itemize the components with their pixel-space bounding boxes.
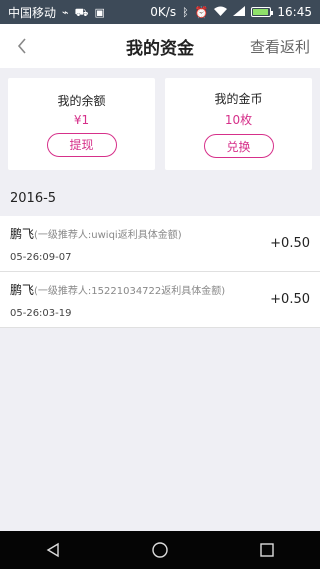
usb-icon: ⌁ (62, 5, 69, 19)
system-nav-bar (0, 531, 320, 569)
coins-card: 我的金币 10枚 兑换 (165, 78, 312, 170)
status-time: 16:45 (277, 5, 312, 19)
battery-icon (251, 7, 274, 17)
record-title-line: 鹏飞(一级推荐人:uwiqi返利具体金额) (10, 225, 182, 242)
record-time: 05-26:03-19 (10, 307, 72, 319)
signal-icon (233, 6, 246, 18)
wifi-icon (214, 6, 228, 18)
status-right: 0K/s ᛒ ⏰ 16:45 (150, 5, 312, 19)
record-amount: +0.50 (270, 236, 310, 251)
balance-value: ¥1 (73, 112, 90, 127)
status-left: 中国移动 ⌁ ⛟ ▣ (8, 4, 105, 21)
list-item[interactable]: 鹏飞(一级推荐人:uwiqi返利具体金额) 05-26:09-07 +0.50 (0, 216, 320, 272)
carrier-label: 中国移动 (8, 5, 57, 20)
coins-value: 10枚 (224, 113, 253, 127)
record-amount: +0.50 (270, 292, 310, 307)
record-info: 鹏飞(一级推荐人:uwiqi返利具体金额) 05-26:09-07 (10, 225, 182, 263)
withdraw-button[interactable]: 提现 (46, 132, 117, 157)
triangle-back-icon[interactable] (43, 540, 63, 560)
record-title-line: 鹏飞(一级推荐人:15221034722返利具体金额) (10, 281, 225, 298)
coins-title: 我的金币 (214, 92, 263, 106)
alarm-icon: ⏰ (194, 5, 209, 19)
view-rebate-button[interactable]: 查看返利 (250, 36, 310, 57)
net-speed: 0K/s (150, 5, 177, 19)
record-info: 鹏飞(一级推荐人:15221034722返利具体金额) 05-26:03-19 (10, 281, 225, 319)
record-name: 鹏飞 (10, 282, 35, 297)
status-bar: 中国移动 ⌁ ⛟ ▣ 0K/s ᛒ ⏰ 16:45 (0, 0, 320, 24)
car-icon: ⛟ (74, 5, 89, 19)
record-time: 05-26:09-07 (10, 251, 72, 263)
balance-title: 我的余额 (57, 93, 106, 108)
circle-home-icon[interactable] (150, 540, 170, 560)
record-desc: (一级推荐人:15221034722返利具体金额) (34, 285, 226, 297)
record-desc: (一级推荐人:uwiqi返利具体金额) (34, 229, 182, 241)
list-item[interactable]: 鹏飞(一级推荐人:15221034722返利具体金额) 05-26:03-19 … (0, 272, 320, 328)
bluetooth-icon: ᛒ (182, 5, 189, 19)
month-header: 2016-5 (10, 190, 57, 206)
balance-card: 我的余额 ¥1 提现 (8, 78, 155, 170)
record-name: 鹏飞 (10, 226, 35, 241)
chevron-left-icon[interactable] (10, 34, 34, 58)
image-icon: ▣ (94, 5, 105, 19)
fund-cards: 我的余额 ¥1 提现 我的金币 10枚 兑换 (0, 68, 320, 180)
square-recents-icon[interactable] (257, 540, 277, 560)
nav-bar: 我的资金 查看返利 (0, 24, 320, 68)
exchange-button[interactable]: 兑换 (203, 134, 274, 158)
